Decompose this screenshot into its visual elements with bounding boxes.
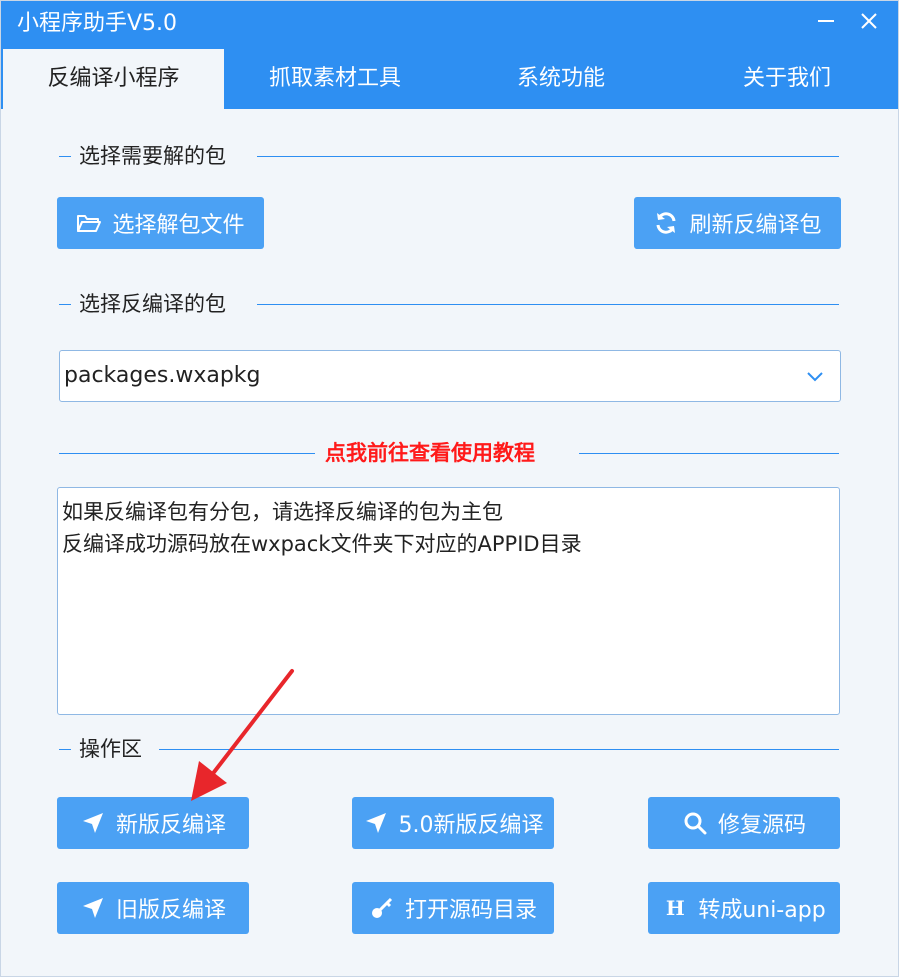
folder-open-icon [76, 210, 102, 236]
title-bar: 小程序助手V5.0 [1, 1, 898, 49]
app-window: 小程序助手V5.0 反编译小程序 抓取素材工具 系统功能 关于我们 选择需要解的… [0, 0, 899, 977]
divider [59, 304, 71, 305]
refresh-decompile-package-button[interactable]: 刷新反编译包 [634, 197, 841, 249]
send-icon [80, 895, 106, 921]
divider [257, 156, 839, 157]
package-select[interactable]: packages.wxapkg [59, 350, 841, 402]
tutorial-link[interactable]: 点我前往查看使用教程 [325, 441, 535, 465]
tab-system-functions[interactable]: 系统功能 [446, 49, 676, 109]
old-decompile-button[interactable]: 旧版反编译 [57, 882, 249, 934]
tab-grab-assets[interactable]: 抓取素材工具 [224, 49, 446, 109]
divider [59, 156, 71, 157]
send-icon [80, 810, 106, 836]
divider [59, 453, 315, 454]
button-label: 选择解包文件 [112, 213, 245, 238]
chevron-down-icon [804, 365, 826, 387]
button-label: 转成uni-app [698, 898, 826, 923]
key-icon [369, 895, 395, 921]
info-line-1: 如果反编译包有分包，请选择反编译的包为主包 [62, 500, 503, 524]
open-source-directory-button[interactable]: 打开源码目录 [352, 882, 554, 934]
divider [59, 749, 71, 750]
button-label: 5.0新版反编译 [398, 813, 544, 838]
tab-decompile-miniprogram[interactable]: 反编译小程序 [3, 49, 224, 109]
search-icon [682, 810, 708, 836]
close-button[interactable] [854, 9, 884, 39]
section-select-decompile: 选择反编译的包 [59, 292, 839, 316]
section-tutorial: 点我前往查看使用教程 [59, 441, 839, 465]
tab-bar: 反编译小程序 抓取素材工具 系统功能 关于我们 [1, 49, 898, 109]
minimize-button[interactable] [811, 9, 841, 39]
v5-decompile-button[interactable]: 5.0新版反编译 [352, 797, 554, 849]
section-label: 操作区 [79, 737, 142, 761]
window-title: 小程序助手V5.0 [17, 11, 178, 36]
refresh-icon [653, 210, 679, 236]
section-operations: 操作区 [59, 737, 839, 761]
button-label: 刷新反编译包 [689, 213, 822, 238]
divider [159, 749, 839, 750]
button-label: 新版反编译 [115, 813, 226, 838]
select-unpack-file-button[interactable]: 选择解包文件 [57, 197, 264, 249]
minimize-icon [814, 10, 838, 40]
divider [579, 453, 839, 454]
h-icon: H [665, 896, 685, 920]
package-select-value: packages.wxapkg [64, 363, 261, 388]
close-icon [857, 10, 881, 40]
button-label: 打开源码目录 [404, 898, 537, 923]
button-label: 修复源码 [717, 813, 806, 838]
section-label: 选择需要解的包 [79, 144, 226, 168]
info-textarea[interactable]: 如果反编译包有分包，请选择反编译的包为主包 反编译成功源码放在wxpack文件夹… [57, 487, 840, 715]
info-line-2: 反编译成功源码放在wxpack文件夹下对应的APPID目录 [62, 532, 582, 556]
convert-uniapp-button[interactable]: H 转成uni-app [648, 882, 840, 934]
divider [257, 304, 839, 305]
section-select-unpack: 选择需要解的包 [59, 144, 839, 168]
tab-about-us[interactable]: 关于我们 [676, 49, 898, 109]
button-label: 旧版反编译 [115, 898, 226, 923]
send-icon [363, 810, 389, 836]
repair-source-button[interactable]: 修复源码 [648, 797, 840, 849]
new-decompile-button[interactable]: 新版反编译 [57, 797, 249, 849]
section-label: 选择反编译的包 [79, 292, 226, 316]
